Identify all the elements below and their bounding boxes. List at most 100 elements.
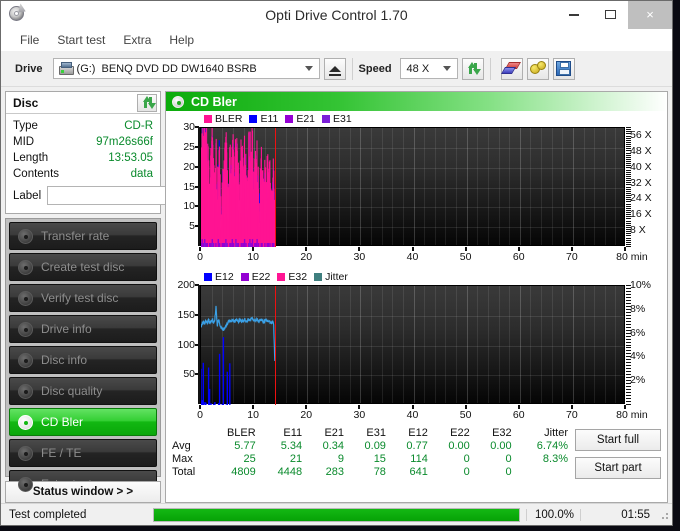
elapsed-time: 01:55: [580, 508, 658, 521]
disc-properties: Type CD-R MID 97m26s66f Length 13:53.05 …: [6, 114, 251, 213]
cell-avg-e22: 0.00: [448, 440, 470, 452]
main-body: Disc Type CD-R MID 97m26s66f Length 13:5…: [1, 87, 672, 503]
y-tick-mark: [195, 145, 199, 148]
col-e22: E22: [450, 427, 470, 439]
cell-total-e21: 283: [325, 466, 345, 478]
y-tick-mark: [195, 205, 199, 208]
disc-row-length: Length 13:53.05: [13, 150, 153, 166]
menu-item-help[interactable]: Help: [160, 31, 203, 49]
y-tick-label: 50: [183, 368, 195, 381]
col-e32: E32: [492, 427, 512, 439]
x-tick-label: 70: [566, 409, 578, 421]
x-tick-label: 20: [300, 251, 313, 263]
x-tick-label: 20: [300, 409, 313, 421]
sidebar-item-disc-info[interactable]: Disc info: [9, 346, 157, 374]
row-label-max: Max: [172, 453, 193, 465]
plot-area-bottom[interactable]: 50 100 150 200 2% 4% 6% 8% 10% 0 10 20 30 40 50 60 70 80 …: [168, 271, 665, 423]
plot-area-top[interactable]: 5 10 15 20 25 30 8 X 16 X 24 X 32 X 40 X 48 X 56 X 0 1…: [168, 113, 665, 265]
x-tick-label: 30: [353, 251, 366, 263]
sidebar-item-label: Transfer rate: [41, 229, 110, 243]
data-end-marker: [275, 128, 276, 247]
cell-avg-jitter: 6.74%: [536, 440, 568, 452]
row-label-avg: Avg: [172, 440, 191, 452]
series-e12: [201, 337, 231, 405]
eject-button[interactable]: [323, 57, 346, 80]
sidebar-item-transfer-rate[interactable]: Transfer rate: [9, 222, 157, 250]
table-header-row: BLER E11 E21 E31 E12 E22 E32 Jitter: [166, 427, 575, 440]
maximize-button[interactable]: [592, 0, 628, 29]
x-tick-label: 10: [247, 251, 259, 263]
sidebar-item-create-test-disc[interactable]: Create test disc: [9, 253, 157, 281]
menu-item-start-test[interactable]: Start test: [48, 31, 114, 49]
settings-button[interactable]: [526, 57, 549, 80]
y2-tick-label: 4%: [630, 350, 646, 363]
gears-icon: [529, 61, 546, 76]
speed-label: Speed: [358, 62, 392, 75]
progress-fill: [154, 508, 519, 521]
sidebar-item-disc-quality[interactable]: Disc quality: [9, 377, 157, 405]
y-tick-label: 100: [177, 338, 195, 351]
cell-max-e12: 114: [410, 453, 428, 465]
x-tick-label: 60: [512, 409, 525, 421]
speed-select[interactable]: 48 X: [399, 58, 458, 79]
sidebar-item-drive-info[interactable]: Drive info: [9, 315, 157, 343]
disc-refresh-button[interactable]: [137, 93, 157, 112]
minimize-button[interactable]: [556, 0, 592, 29]
cell-avg-bler: 5.77: [234, 440, 256, 452]
legend-bottom: E12 E22 E32 Jitter: [204, 271, 348, 283]
series-bler: [201, 128, 276, 247]
resize-grip-icon[interactable]: [658, 509, 670, 521]
menu-item-file[interactable]: File: [11, 31, 48, 49]
erase-button[interactable]: [500, 57, 523, 80]
cell-avg-e11: 5.34: [280, 440, 303, 452]
cell-max-e22: 0: [463, 453, 470, 465]
y2-tick-label: 40 X: [630, 160, 652, 173]
cell-max-jitter: 8.3%: [542, 453, 568, 465]
optical-drive-icon: [58, 62, 74, 75]
menu-item-extra[interactable]: Extra: [114, 31, 160, 49]
disc-icon: [172, 95, 184, 108]
x-tick-label: 80 min: [616, 251, 648, 263]
sidebar-item-label: Verify test disc: [41, 291, 119, 305]
disc-row-type: Type CD-R: [13, 118, 153, 134]
cell-total-jitter: [519, 466, 575, 479]
save-button[interactable]: [552, 57, 575, 80]
sidebar-item-cd-bler[interactable]: CD Bler: [9, 408, 157, 436]
charts-area: BLER E11 E21 E31 5 10 15 20 25 30 8 X 16 X 24 X 3…: [166, 111, 667, 423]
start-part-button[interactable]: Start part: [575, 457, 661, 479]
chart-cd-bler-bottom: E12 E22 E32 Jitter 50 100 150 200 2% 4% 6% 8% 10…: [168, 271, 665, 423]
y-tick-label: 30: [183, 121, 195, 133]
drive-select[interactable]: (G:) BENQ DVD DD DW1640 BSRB: [52, 58, 320, 79]
status-bar: Test completed 100.0% 01:55: [1, 503, 672, 525]
cell-total-e31: 78: [373, 466, 386, 478]
title-bar: Opti Drive Control 1.70 ×: [1, 0, 672, 29]
y-tick-mark: [195, 185, 199, 188]
cell-total-e22: 0: [463, 466, 470, 478]
col-e12: E12: [408, 427, 428, 439]
toolbar-divider-2: [489, 57, 491, 80]
disc-panel-header: Disc: [6, 92, 160, 114]
toolbar-divider-1: [351, 57, 353, 80]
sidebar-item-fe-te[interactable]: FE / TE: [9, 439, 157, 467]
sidebar-item-verify-test-disc[interactable]: Verify test disc: [9, 284, 157, 312]
disc-panel-title: Disc: [13, 95, 39, 110]
col-e21: E21: [324, 427, 345, 439]
sidebar-item-label: Drive info: [41, 322, 92, 336]
x-tick-label: 0: [197, 251, 203, 263]
refresh-button[interactable]: [461, 57, 484, 80]
drive-letter: (G:): [76, 62, 96, 75]
app-disc-icon: [6, 4, 28, 26]
refresh-icon: [140, 95, 156, 110]
y2-tick-label: 2%: [630, 374, 646, 387]
toolbar: Drive (G:) BENQ DVD DD DW1640 BSRB Speed …: [1, 51, 672, 87]
y-tick-label: 10: [183, 200, 195, 213]
disc-icon: [18, 228, 33, 244]
y-tick-mark: [195, 284, 199, 286]
start-full-button[interactable]: Start full: [575, 429, 661, 451]
x-tick-label: 40: [406, 409, 419, 421]
cell-avg-e31: 0.09: [364, 440, 386, 452]
close-button[interactable]: ×: [628, 0, 672, 29]
left-sidebar: Disc Type CD-R MID 97m26s66f Length 13:5…: [5, 91, 251, 503]
disc-icon: [18, 414, 33, 430]
floppy-save-icon: [556, 61, 572, 76]
